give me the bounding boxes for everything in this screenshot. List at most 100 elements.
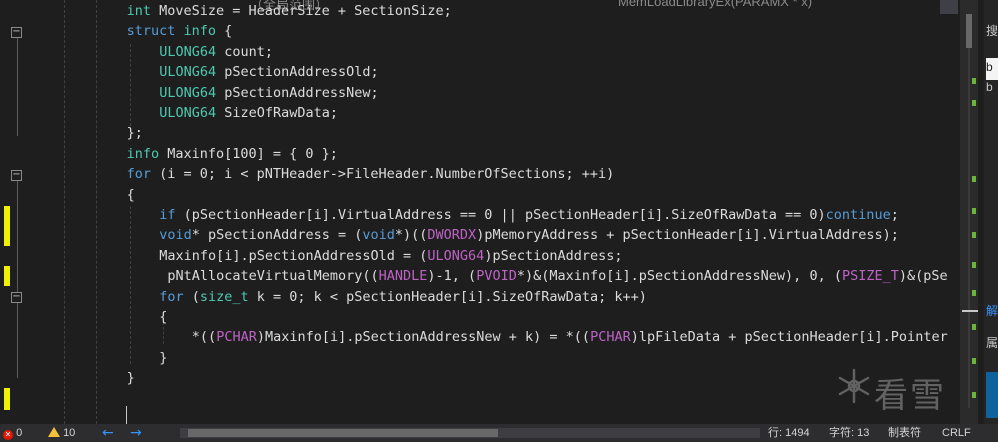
error-count[interactable]: ✕ 0 [3,424,22,442]
change-mark [972,78,976,84]
code-token: )&(pSe [898,268,948,285]
code-token: int [126,3,151,19]
code-token: ; [890,207,899,223]
warning-count[interactable]: 10 [48,424,75,442]
code-token: ULONG64 [159,105,217,121]
code-line[interactable]: *((PCHAR)Maxinfo[i].pSectionAddressNew +… [192,327,948,347]
warning-icon [48,427,60,437]
code-token: PCHAR [216,329,257,346]
navigate-back-icon[interactable]: ← [102,424,114,442]
code-line[interactable]: ULONG64 count; [159,42,273,62]
code-line[interactable]: }; [127,123,143,143]
code-token: k = 0; k < pSectionHeader[i].SizeOfRawDa… [248,288,647,305]
line-indicator[interactable]: 行: 1494 [768,424,810,442]
code-line[interactable]: pNtAllocateVirtualMemory((HANDLE)-1, (PV… [159,266,947,286]
tab-mode[interactable]: 制表符 [888,424,921,442]
change-marker [4,206,10,246]
change-mark [972,262,976,268]
code-line[interactable]: { [127,185,135,205]
code-line[interactable]: { [159,307,167,327]
code-line[interactable]: Maxinfo[i].pSectionAddressOld = (ULONG64… [159,246,622,266]
collapse-icon[interactable]: − [11,292,22,303]
code-token: SizeOfRawData; [216,105,339,121]
side-panel-button[interactable] [986,372,998,418]
code-token: MoveSize = HeaderSize + SectionSize; [150,3,452,19]
code-token: pNtAllocateVirtualMemory(( [159,268,379,285]
code-token: (pSectionHeader[i].VirtualAddress == 0 |… [175,207,826,223]
side-panel-item[interactable]: b [986,60,993,74]
code-line[interactable]: int MoveSize = HeaderSize + SectionSize; [127,1,452,21]
code-token: Maxinfo[100] = { 0 }; [159,145,338,162]
warning-count-value: 10 [63,427,76,439]
code-line[interactable]: void* pSectionAddress = (void*)((DWORDX)… [159,225,899,245]
code-line[interactable]: } [159,348,167,368]
code-line[interactable]: ULONG64 SizeOfRawData; [159,103,338,123]
code-line[interactable]: if (pSectionHeader[i].VirtualAddress == … [159,205,899,225]
side-panel-tab[interactable]: 属 [986,334,998,351]
status-bar: ✕ 0 10 ← → 行: 1494 字符: 13 制表符 CRLF [0,424,998,442]
code-token: for [126,166,151,183]
code-token: for [159,288,184,305]
code-token: { [216,23,233,40]
change-mark [972,176,976,182]
code-token: { [126,186,135,203]
change-mark [972,324,976,330]
code-token: info [183,23,217,40]
side-panel-item[interactable]: b [986,80,993,94]
code-token: size_t [199,288,249,305]
code-token: void [362,227,395,244]
code-token: } [159,349,168,366]
code-token: ( [183,288,200,305]
code-token: HANDLE [378,268,428,285]
code-token: ULONG64 [159,43,217,60]
scrollbar-thumb[interactable] [966,14,972,48]
error-icon: ✕ [3,430,13,440]
side-panel-label[interactable]: 搜 [986,22,998,39]
change-mark [972,232,976,238]
code-token: )lpFileData + pSectionHeader[i].Pointer [630,329,948,346]
navigate-forward-icon[interactable]: → [130,424,142,442]
caret-position-mark [962,310,978,312]
code-line[interactable]: for (size_t k = 0; k < pSectionHeader[i]… [159,287,647,307]
code-token: PVOID [476,268,517,285]
code-token: )pMemoryAddress + pSectionHeader[i].Virt… [476,227,899,244]
code-line[interactable]: ULONG64 pSectionAddressOld; [159,62,378,82]
code-line[interactable]: ULONG64 pSectionAddressNew; [159,83,378,103]
side-panel-tab[interactable]: 解 [986,302,998,319]
split-button[interactable] [940,0,958,14]
code-token: Maxinfo[i].pSectionAddressOld = ( [159,247,428,264]
code-token: info [126,145,160,162]
code-token: void [159,227,192,244]
code-token: *(( [191,329,217,346]
code-token: } [126,370,135,387]
code-token: struct [126,23,176,40]
collapse-icon[interactable]: − [11,27,22,38]
column-indicator[interactable]: 字符: 13 [829,424,869,442]
change-mark [972,100,976,106]
change-mark [972,358,976,364]
code-token: { [159,309,168,325]
code-line[interactable]: } [127,368,135,388]
line-ending[interactable]: CRLF [942,424,971,442]
code-token: DWORDX [427,227,477,244]
code-token: )pSectionAddress; [484,247,623,264]
code-token: ULONG64 [159,64,217,81]
code-token: }; [126,125,143,142]
code-editor[interactable]: int MoveSize = HeaderSize + SectionSize;… [44,0,959,424]
code-line[interactable]: struct info { [127,21,233,41]
code-line[interactable]: info Maxinfo[100] = { 0 }; [127,144,338,164]
horizontal-scrollbar-thumb[interactable] [188,429,498,437]
collapse-icon[interactable]: − [11,170,22,181]
code-line[interactable]: for (i = 0; i < pNTHeader->FileHeader.Nu… [127,164,615,184]
code-token: *)&(Maxinfo[i].pSectionAddressNew), 0, ( [516,268,842,285]
code-token: *)(( [394,227,428,244]
code-token: * pSectionAddress = ( [191,227,363,244]
code-token: count; [216,43,273,60]
change-marker [4,388,10,410]
code-token: PCHAR [590,329,631,346]
outline-line [17,36,18,136]
watermark-text: 看雪 [874,376,946,416]
change-mark [972,208,976,214]
error-count-value: 0 [16,427,23,439]
